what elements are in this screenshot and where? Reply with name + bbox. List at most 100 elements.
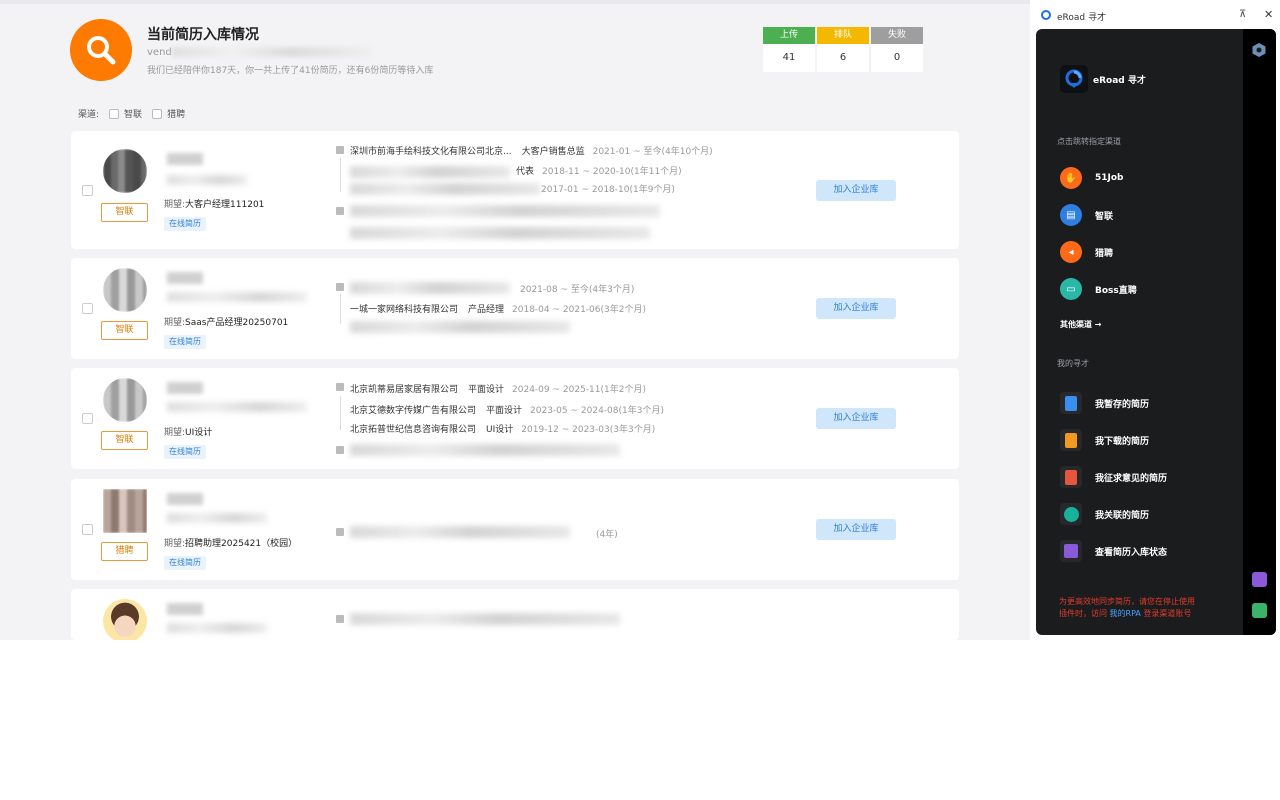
my-rpa-link[interactable]: 我的RPA xyxy=(1110,609,1141,618)
eroad-logo-icon xyxy=(1041,10,1051,20)
candidate-card xyxy=(71,589,959,640)
channel-boss[interactable]: ▭ Boss直聘 xyxy=(1060,278,1137,300)
section-channels: 点击跳转指定渠道 xyxy=(1057,137,1121,146)
experience-item: 北京凯蒂易居家居有限公司 平面设计 2024-09 ~ 2025-11(1年2个月) xyxy=(350,385,646,395)
experience-item: 北京艾德数字传媒广告有限公司 平面设计 2023-05 ~ 2024-08(1年3个… xyxy=(350,406,664,416)
redacted-text xyxy=(350,282,510,294)
menu-downloaded-resumes[interactable]: 我下载的简历 xyxy=(1060,429,1149,451)
channel-zhilian[interactable]: ▤ 智联 xyxy=(1060,204,1113,226)
avatar xyxy=(103,378,147,422)
pin-icon[interactable]: ⊼ xyxy=(1239,9,1246,20)
name-redacted xyxy=(167,272,203,284)
info-redacted xyxy=(167,623,267,633)
info-redacted xyxy=(167,513,267,523)
candidate-card: 智联 期望:Saas产品经理20250701 在线简历 2021-08 ~ 至今… xyxy=(71,258,959,359)
online-resume-tag[interactable]: 在线简历 xyxy=(164,445,206,459)
work-icon xyxy=(336,383,344,391)
source-button[interactable]: 猎聘 xyxy=(101,542,148,561)
avatar xyxy=(103,489,147,533)
candidate-checkbox[interactable] xyxy=(82,185,93,196)
menu-import-status[interactable]: 查看简历入库状态 xyxy=(1060,540,1167,562)
expected-position: 期望:UI设计 xyxy=(164,428,213,438)
name-redacted xyxy=(167,153,203,165)
summary-title: 当前简历入库情况 xyxy=(147,27,259,43)
work-icon xyxy=(336,528,344,536)
download-resume-icon xyxy=(1060,429,1082,451)
menu-linked-resumes[interactable]: 我关联的简历 xyxy=(1060,503,1149,525)
name-redacted xyxy=(167,382,203,394)
redacted-text xyxy=(350,526,570,538)
work-icon xyxy=(336,615,344,623)
candidate-checkbox[interactable] xyxy=(82,303,93,314)
redacted-text xyxy=(350,205,660,217)
eroad-panel: eRoad 寻才 ⊼ ✕ eRoad 寻才 点击跳转指定渠道 ✋ 51Job ▤… xyxy=(1031,0,1280,640)
panel-titlebar: eRoad 寻才 ⊼ ✕ xyxy=(1031,0,1280,30)
liepin-icon: ◂ xyxy=(1060,241,1082,263)
education-icon xyxy=(336,207,344,215)
saved-resume-icon xyxy=(1060,392,1082,414)
channel-liepin[interactable]: ◂ 猎聘 xyxy=(1060,241,1113,263)
boss-icon: ▭ xyxy=(1060,278,1082,300)
account-email: vend xyxy=(147,47,372,58)
panel-side-rail xyxy=(1243,29,1276,635)
checklist-icon[interactable] xyxy=(1252,603,1267,618)
menu-feedback-resumes[interactable]: 我征求意见的简历 xyxy=(1060,466,1167,488)
redacted-text xyxy=(350,166,510,178)
stat-uploaded: 上传 41 xyxy=(763,27,815,72)
online-resume-tag[interactable]: 在线简历 xyxy=(164,335,206,349)
brand: eRoad 寻才 xyxy=(1060,65,1146,93)
add-to-library-button[interactable]: 加入企业库 xyxy=(816,519,896,540)
redacted-text xyxy=(350,613,620,625)
experience-item: 一城一家网络科技有限公司 产品经理 2018-04 ~ 2021-06(3年2个月) xyxy=(350,305,646,315)
close-icon[interactable]: ✕ xyxy=(1264,8,1273,21)
candidate-checkbox[interactable] xyxy=(82,413,93,424)
add-to-library-button[interactable]: 加入企业库 xyxy=(816,408,896,429)
channel-checkbox-liepin[interactable] xyxy=(152,108,163,119)
online-resume-tag[interactable]: 在线简历 xyxy=(164,556,206,570)
candidate-card: 猎聘 期望:招聘助理2025421（校园） 在线简历 (4年) 加入企业库 xyxy=(71,479,959,580)
message-icon[interactable] xyxy=(1252,572,1267,587)
import-stats: 上传 41 排队 6 失败 0 xyxy=(763,27,923,72)
timeline xyxy=(340,294,341,324)
settings-hex-icon[interactable] xyxy=(1251,42,1267,58)
window-title: eRoad 寻才 xyxy=(1057,13,1106,23)
add-to-library-button[interactable]: 加入企业库 xyxy=(816,298,896,319)
experience-item: (4年) xyxy=(596,530,618,540)
info-redacted xyxy=(167,402,307,412)
work-icon xyxy=(336,283,344,291)
online-resume-tag[interactable]: 在线简历 xyxy=(164,217,206,231)
expected-position: 期望:Saas产品经理20250701 xyxy=(164,318,289,328)
timeline xyxy=(340,158,341,192)
source-button[interactable]: 智联 xyxy=(101,321,148,340)
feedback-resume-icon xyxy=(1060,466,1082,488)
zhilian-icon: ▤ xyxy=(1060,204,1082,226)
experience-item: 北京拓普世纪信息咨询有限公司 UI设计 2019-12 ~ 2023-03(3年3个… xyxy=(350,425,656,435)
top-divider xyxy=(0,0,1030,4)
source-button[interactable]: 智联 xyxy=(101,203,148,222)
candidate-checkbox[interactable] xyxy=(82,524,93,535)
experience-item: 2021-08 ~ 至今(4年3个月) xyxy=(520,285,635,295)
redacted-text xyxy=(350,444,620,456)
avatar xyxy=(103,599,147,640)
redacted-text xyxy=(350,183,540,195)
channel-51job[interactable]: ✋ 51Job xyxy=(1060,167,1124,189)
menu-saved-resumes[interactable]: 我暂存的简历 xyxy=(1060,392,1149,414)
info-redacted xyxy=(167,175,247,185)
channel-checkbox-zhilian[interactable] xyxy=(109,108,120,119)
info-redacted xyxy=(167,292,307,302)
source-button[interactable]: 智联 xyxy=(101,431,148,450)
name-redacted xyxy=(167,493,203,505)
panel-body: eRoad 寻才 点击跳转指定渠道 ✋ 51Job ▤ 智联 ◂ 猎聘 ▭ Bo… xyxy=(1036,29,1276,635)
experience-item: 代表 2018-11 ~ 2020-10(1年11个月) xyxy=(516,167,682,177)
candidate-card: 智联 期望:UI设计 在线简历 北京凯蒂易居家居有限公司 平面设计 2024-09 … xyxy=(71,368,959,469)
summary-description: 我们已经陪伴你187天，你一共上传了41份简历，还有6份简历等待入库 xyxy=(147,66,434,76)
add-to-library-button[interactable]: 加入企业库 xyxy=(816,180,896,201)
link-resume-icon xyxy=(1060,503,1082,525)
avatar xyxy=(103,149,147,193)
job51-icon: ✋ xyxy=(1060,167,1082,189)
eroad-brand-icon xyxy=(1060,65,1088,93)
expected-position: 期望:招聘助理2025421（校园） xyxy=(164,539,298,549)
resume-import-page: 当前简历入库情况 vend 我们已经陪伴你187天，你一共上传了41份简历，还有… xyxy=(0,0,1030,640)
section-mine: 我的寻才 xyxy=(1057,359,1089,368)
more-channels-link[interactable]: 其他渠道 → xyxy=(1060,319,1102,330)
